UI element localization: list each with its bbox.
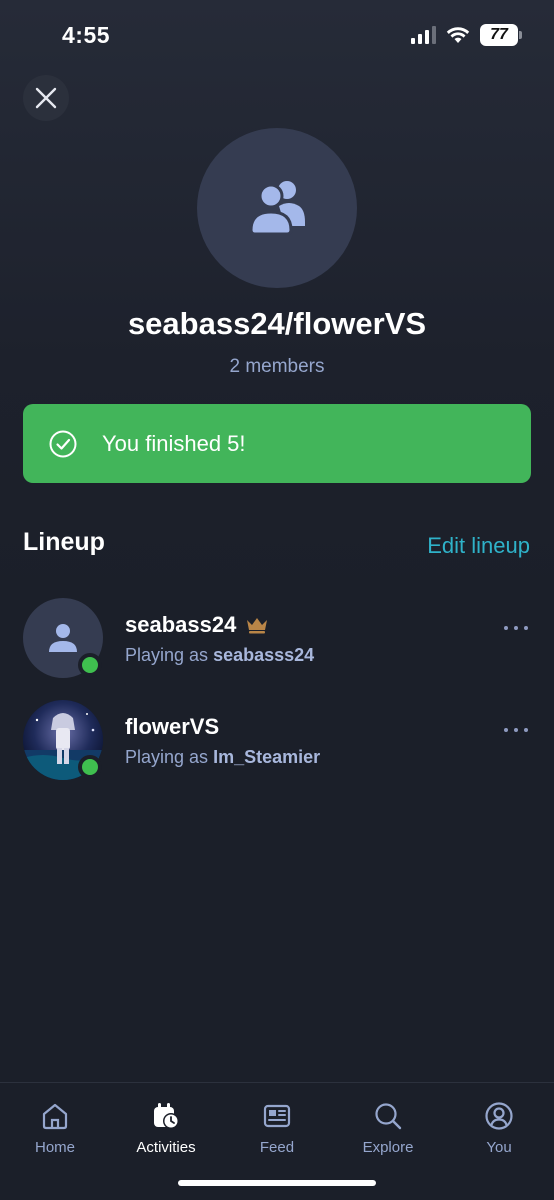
close-icon — [35, 87, 57, 109]
tab-home[interactable]: Home — [5, 1101, 105, 1156]
group-title: seabass24/flowerVS — [127, 306, 427, 341]
member-name-text: seabass24 — [125, 612, 237, 637]
tab-explore[interactable]: Explore — [338, 1101, 438, 1156]
activities-icon — [154, 1103, 179, 1129]
group-member-count: 2 members — [229, 356, 325, 377]
crown-icon — [247, 618, 268, 634]
wifi-icon — [446, 27, 470, 43]
close-button[interactable] — [23, 75, 69, 121]
background — [0, 0, 554, 600]
tab-label: You — [486, 1139, 512, 1156]
banner-text: You finished 5! — [102, 430, 246, 456]
check-circle-icon — [49, 430, 77, 457]
member-playing-as: Playing as seabasss24 — [125, 645, 314, 666]
tab-activities[interactable]: Activities — [116, 1101, 216, 1156]
battery-indicator: 77 — [480, 24, 522, 46]
playing-as-label: Playing as — [125, 747, 209, 767]
finished-banner: You finished 5! — [23, 404, 531, 483]
more-options-button[interactable] — [504, 728, 528, 732]
status-bar: 4:55 77 — [0, 0, 554, 72]
tab-feed[interactable]: Feed — [227, 1101, 327, 1156]
tab-you[interactable]: You — [449, 1101, 549, 1156]
tab-label: Explore — [362, 1139, 414, 1156]
more-options-button[interactable] — [504, 626, 528, 630]
playing-as-username: Im_Steamier — [213, 747, 321, 767]
group-users-icon — [249, 181, 305, 236]
tab-label: Activities — [136, 1139, 196, 1156]
tab-label: Home — [34, 1139, 75, 1156]
lineup-member-row[interactable]: flowerVS Playing as Im_Steamier — [0, 700, 554, 790]
home-indicator — [178, 1180, 376, 1186]
member-playing-as: Playing as Im_Steamier — [125, 747, 320, 768]
online-status-indicator — [78, 653, 102, 677]
lineup-title: Lineup — [23, 528, 105, 556]
member-name-text: flowerVS — [125, 714, 220, 739]
feed-icon — [263, 1104, 291, 1128]
person-icon — [49, 624, 77, 652]
edit-lineup-link[interactable]: Edit lineup — [427, 533, 530, 559]
member-name: seabass24 — [125, 612, 268, 638]
playing-as-username: seabasss24 — [213, 645, 315, 665]
lineup-member-row[interactable]: seabass24 Playing as seabasss24 — [0, 598, 554, 688]
member-name: flowerVS — [125, 714, 219, 740]
search-icon — [375, 1103, 402, 1130]
profile-icon — [485, 1102, 513, 1130]
status-time: 4:55 — [62, 22, 111, 48]
group-avatar — [197, 128, 357, 288]
playing-as-label: Playing as — [125, 645, 209, 665]
status-indicators: 77 — [411, 24, 522, 46]
signal-icon — [411, 26, 436, 44]
tab-label: Feed — [259, 1139, 295, 1156]
online-status-indicator — [78, 755, 102, 779]
home-icon — [42, 1103, 68, 1130]
